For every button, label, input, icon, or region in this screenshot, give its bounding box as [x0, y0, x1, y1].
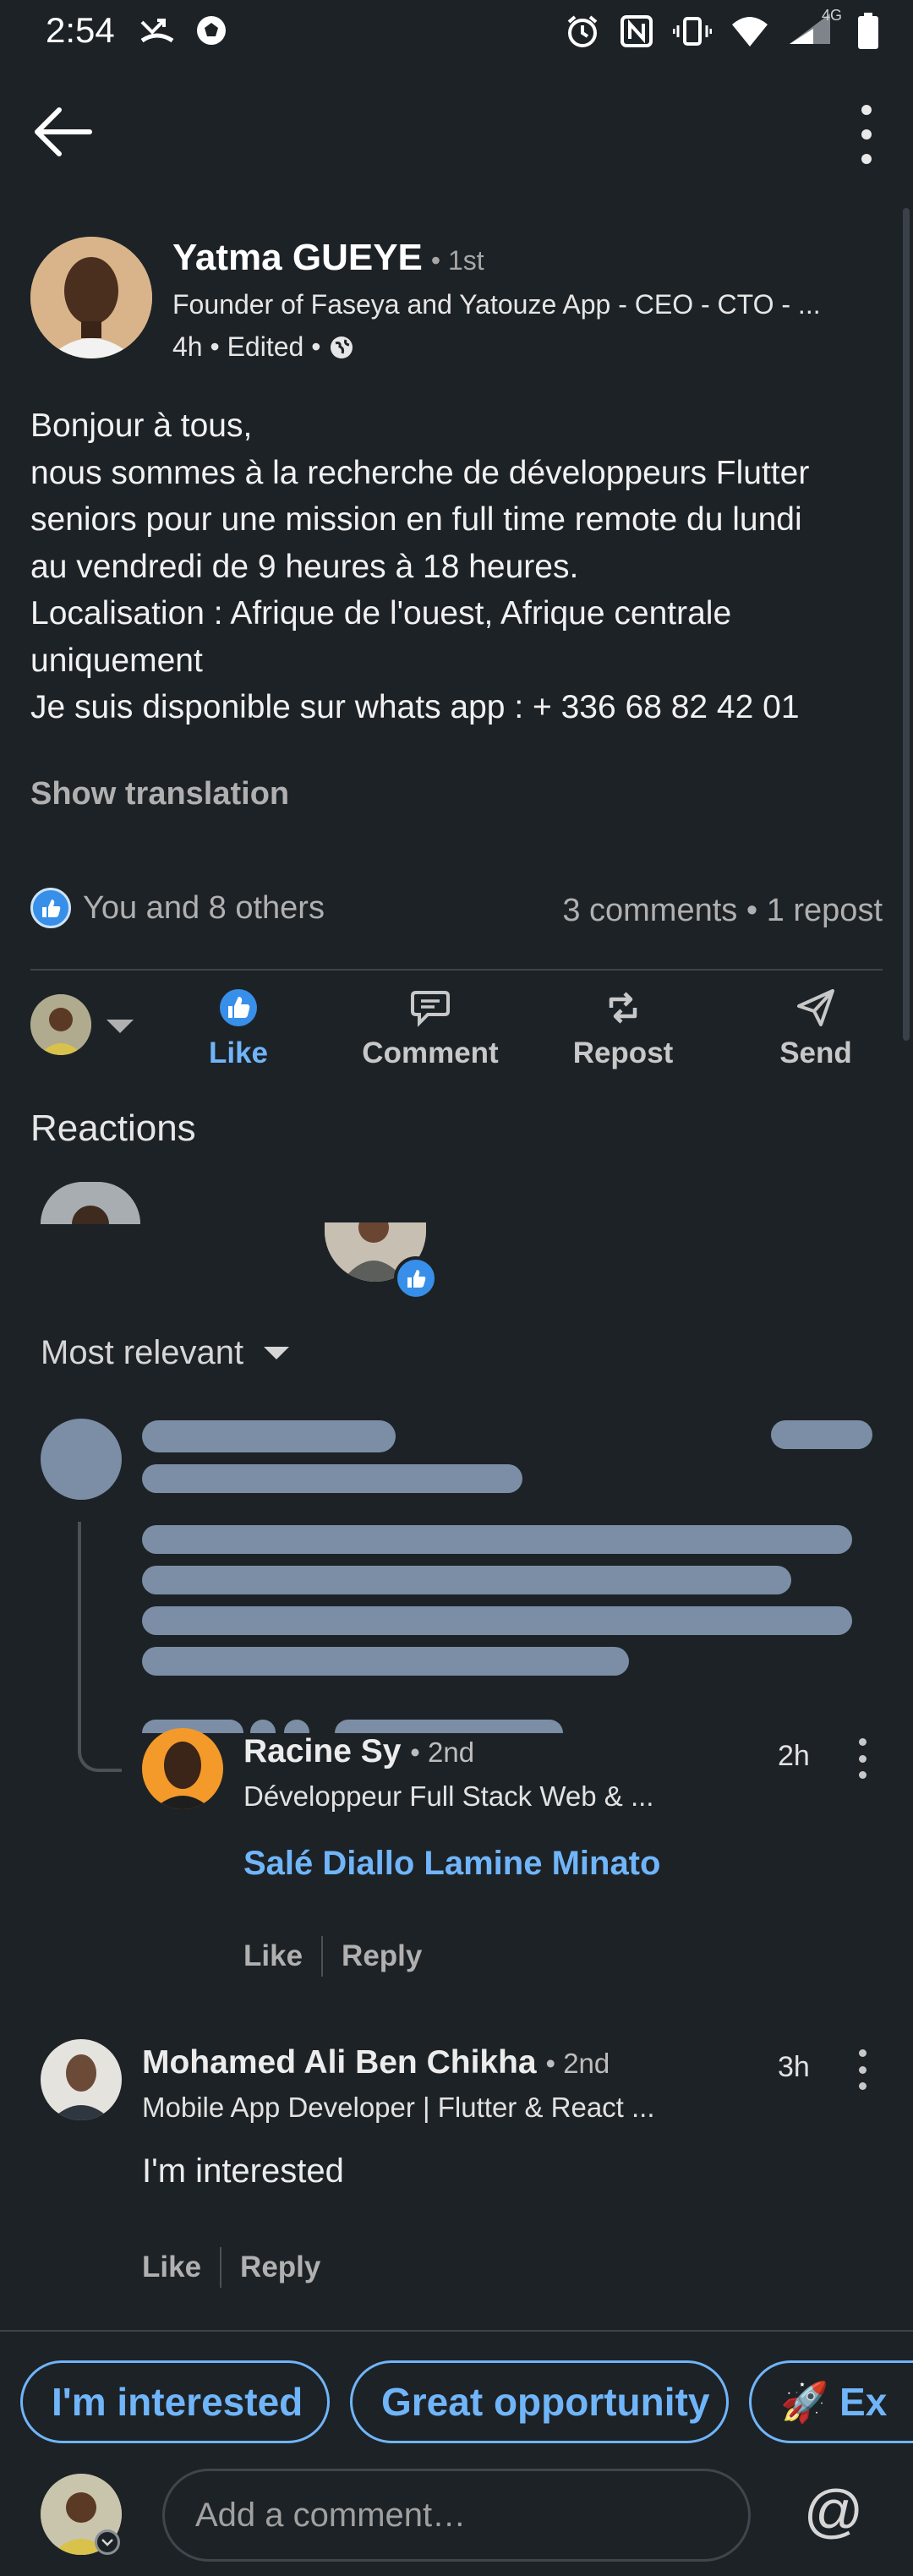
comment-more-button[interactable]	[857, 2049, 867, 2090]
comment-more-button[interactable]	[857, 1738, 867, 1779]
reactor-avatar[interactable]	[41, 1182, 140, 1224]
mention-button[interactable]: @	[800, 2477, 867, 2545]
comment-text: I'm interested	[142, 2152, 344, 2190]
send-icon	[797, 989, 834, 1026]
status-bar: 2:54 4G	[0, 0, 913, 64]
skeleton-line	[284, 1720, 309, 1733]
repost-button[interactable]: Repost	[547, 987, 699, 1070]
comments-summary[interactable]: 3 comments • 1 repost	[562, 893, 883, 929]
like-button[interactable]: Like	[162, 987, 314, 1070]
author-degree: • 1st	[430, 245, 484, 276]
comment-reply-button[interactable]: Reply	[240, 2251, 320, 2284]
commenter-avatar[interactable]	[142, 1728, 223, 1809]
skeleton-avatar	[41, 1419, 122, 1500]
nfc-icon	[621, 14, 653, 47]
status-icons: 4G	[565, 7, 879, 50]
comment-timestamp: 2h	[778, 1740, 810, 1772]
thread-connector	[78, 1522, 122, 1772]
chevron-down-icon	[264, 1347, 290, 1359]
thumbs-up-icon	[220, 989, 257, 1026]
divider	[321, 1936, 324, 1977]
divider	[0, 2330, 913, 2332]
commenter-name[interactable]: Mohamed Ali Ben Chikha • 2nd	[142, 2044, 610, 2081]
top-app-bar	[0, 64, 913, 208]
skeleton-line	[335, 1720, 563, 1733]
like-reaction-icon	[30, 888, 71, 928]
reactions-summary[interactable]: You and 8 others	[30, 888, 325, 928]
divider	[30, 969, 883, 971]
quick-reply-chip[interactable]: 🚀 Ex	[749, 2360, 913, 2443]
globe-icon	[331, 336, 353, 358]
commenter-avatar[interactable]	[41, 2039, 122, 2120]
send-button[interactable]: Send	[740, 987, 892, 1070]
reacting-as-avatar[interactable]	[30, 994, 91, 1055]
author-name[interactable]: Yatma GUEYE • 1st	[172, 237, 484, 279]
soccer-ball-icon	[194, 14, 228, 52]
wifi-icon	[732, 16, 768, 46]
skeleton-line	[142, 1464, 522, 1493]
comment-timestamp: 3h	[778, 2051, 810, 2083]
arrow-left-icon	[35, 107, 92, 156]
skeleton-line	[142, 1566, 791, 1594]
author-avatar[interactable]	[30, 237, 152, 358]
comment-like-button[interactable]: Like	[142, 2251, 201, 2284]
commenter-headline: Développeur Full Stack Web & ...	[243, 1780, 654, 1812]
commenter-headline: Mobile App Developer | Flutter & React .…	[142, 2092, 655, 2123]
chevron-down-icon[interactable]	[107, 1020, 134, 1033]
more-options-button[interactable]	[854, 105, 879, 164]
post-text: Bonjour à tous, nous sommes à la recherc…	[30, 407, 810, 725]
comment-like-button[interactable]: Like	[243, 1939, 303, 1973]
comment-actions: Like Reply	[142, 2247, 320, 2288]
post-meta: 4h • Edited •	[172, 331, 354, 363]
chevron-down-icon[interactable]	[95, 2530, 120, 2555]
divider	[220, 2247, 222, 2288]
network-label: 4G	[821, 7, 842, 24]
battery-icon	[858, 12, 878, 49]
post-action-bar: Like Comment Repost Send	[0, 972, 913, 1091]
reactions-heading: Reactions	[30, 1108, 196, 1149]
comment-icon	[411, 991, 450, 1027]
skeleton-line	[142, 1606, 852, 1635]
show-translation-link[interactable]: Show translation	[30, 776, 289, 812]
alarm-icon	[567, 14, 598, 47]
commenter-name[interactable]: Racine Sy • 2nd	[243, 1733, 474, 1770]
social-counts: You and 8 others 3 comments • 1 repost	[30, 888, 883, 938]
skeleton-line	[771, 1420, 872, 1449]
status-time: 2:54	[46, 10, 115, 50]
comment-reply-button[interactable]: Reply	[342, 1939, 422, 1973]
skeleton-line	[142, 1647, 629, 1676]
skeleton-line	[250, 1720, 276, 1733]
scrollbar[interactable]	[903, 208, 910, 1041]
comment-actions: Like Reply	[243, 1936, 422, 1977]
mention-link[interactable]: Salé Diallo Lamine Minato	[243, 1845, 660, 1883]
comment-input[interactable]: Add a comment…	[162, 2469, 751, 2562]
vibrate-icon	[673, 16, 712, 46]
like-reaction-icon	[394, 1256, 438, 1300]
author-headline: Founder of Faseya and Yatouze App - CEO …	[172, 289, 821, 320]
quick-reply-chip[interactable]: I'm interested	[20, 2360, 330, 2443]
skeleton-line	[142, 1525, 852, 1554]
quick-reply-chip[interactable]: Great opportunity	[350, 2360, 729, 2443]
back-button[interactable]	[34, 107, 101, 157]
comment-button[interactable]: Comment	[354, 987, 506, 1070]
skeleton-line	[142, 1420, 396, 1452]
repost-icon	[609, 992, 637, 1024]
missed-call-icon	[139, 14, 176, 52]
sort-dropdown[interactable]: Most relevant	[41, 1334, 290, 1372]
